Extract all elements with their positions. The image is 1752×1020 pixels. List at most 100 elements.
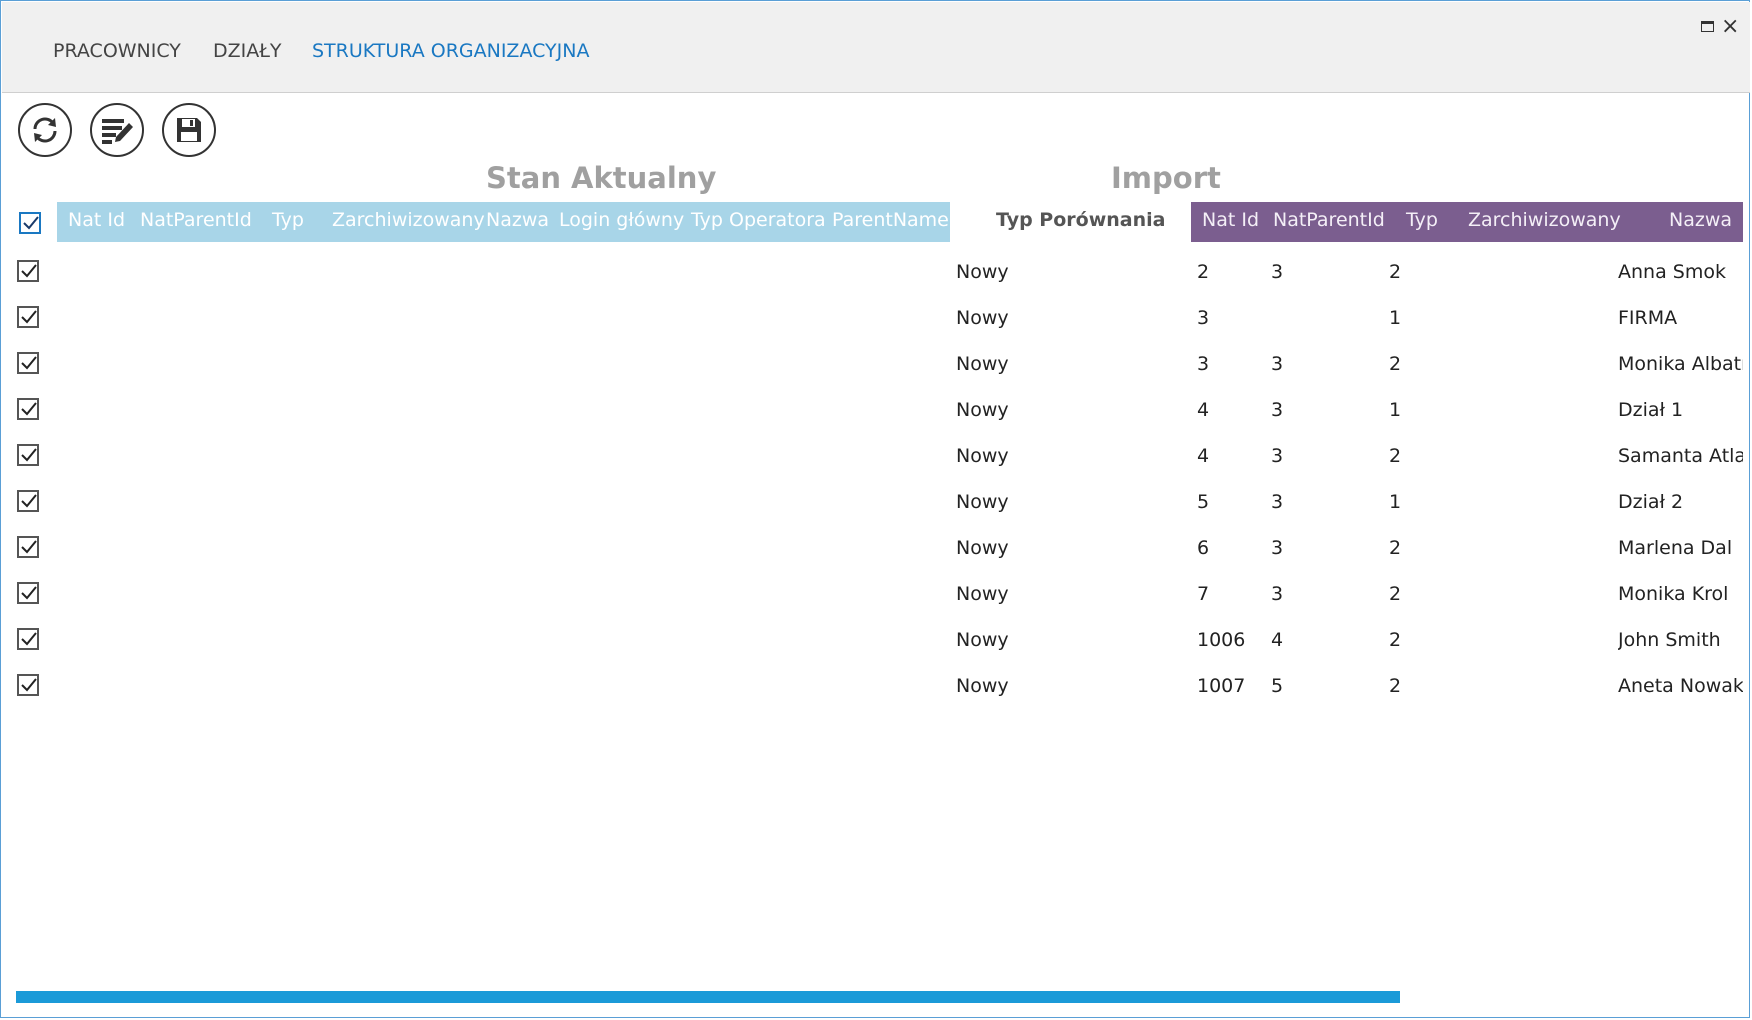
cell-nat-id: 1006 bbox=[1197, 629, 1246, 651]
checkmark-icon bbox=[21, 494, 37, 508]
cell-nazwa: Marlena Dal bbox=[1618, 537, 1743, 567]
checkmark-icon bbox=[21, 632, 37, 646]
cell-nazwa: Aneta Nowak bbox=[1618, 675, 1743, 705]
horizontal-scrollbar[interactable] bbox=[16, 991, 1400, 1003]
column-header-parentname[interactable]: ParentName bbox=[832, 209, 949, 231]
cell-natparentid: 3 bbox=[1271, 353, 1284, 375]
cell-natparentid: 3 bbox=[1271, 583, 1284, 605]
cell-compare: Nowy bbox=[956, 353, 1009, 375]
cell-compare: Nowy bbox=[956, 491, 1009, 513]
cell-nazwa-text: Dział 1 bbox=[1618, 399, 1684, 421]
cell-compare: Nowy bbox=[956, 399, 1009, 421]
column-header-login-glowny[interactable]: Login główny bbox=[559, 209, 684, 231]
column-header-typ-operatora[interactable]: Typ Operatora bbox=[691, 209, 826, 231]
cell-natparentid: 3 bbox=[1271, 399, 1284, 421]
save-icon bbox=[177, 118, 201, 142]
cell-nazwa-text: Marlena Dal bbox=[1618, 537, 1733, 559]
row-checkbox[interactable] bbox=[17, 628, 39, 650]
tab-struktura-organizacyjna[interactable]: STRUKTURA ORGANIZACYJNA bbox=[312, 40, 589, 62]
row-checkbox[interactable] bbox=[17, 674, 39, 696]
checkmark-icon bbox=[21, 678, 37, 692]
cell-compare: Nowy bbox=[956, 583, 1009, 605]
column-header-typ-porownania[interactable]: Typ Porównania bbox=[996, 209, 1165, 231]
column-header-nat-id[interactable]: Nat Id bbox=[68, 209, 125, 231]
section-title-import: Import bbox=[1111, 161, 1221, 195]
tab-dzialy[interactable]: DZIAŁY bbox=[213, 40, 282, 62]
cell-nazwa: Samanta Atlas bbox=[1618, 445, 1743, 475]
cell-nat-id: 3 bbox=[1197, 353, 1210, 375]
refresh-icon bbox=[33, 117, 57, 143]
column-header-nazwa[interactable]: Nazwa bbox=[486, 209, 549, 231]
cell-nazwa-text: FIRMA bbox=[1618, 307, 1678, 329]
cell-typ: 2 bbox=[1389, 629, 1402, 651]
row-checkbox[interactable] bbox=[17, 398, 39, 420]
import-column-header-typ[interactable]: Typ bbox=[1406, 209, 1438, 231]
cell-typ: 2 bbox=[1389, 353, 1402, 375]
cell-typ: 1 bbox=[1389, 491, 1402, 513]
import-column-header-nat-id[interactable]: Nat Id bbox=[1202, 209, 1259, 231]
tab-pracownicy[interactable]: PRACOWNICY bbox=[53, 40, 181, 62]
cell-compare: Nowy bbox=[956, 629, 1009, 651]
checkmark-icon bbox=[21, 448, 37, 462]
cell-typ: 2 bbox=[1389, 261, 1402, 283]
cell-nazwa: Dział 1 bbox=[1618, 399, 1743, 429]
column-header-typ[interactable]: Typ bbox=[272, 209, 304, 231]
cell-nazwa-text: Samanta Atlas bbox=[1618, 445, 1743, 467]
checkmark-icon bbox=[21, 586, 37, 600]
refresh-button[interactable] bbox=[18, 103, 72, 157]
cell-typ: 2 bbox=[1389, 675, 1402, 697]
select-all-checkbox[interactable] bbox=[19, 212, 41, 234]
cell-typ: 2 bbox=[1389, 583, 1402, 605]
checkmark-icon bbox=[21, 310, 37, 324]
row-checkbox[interactable] bbox=[17, 582, 39, 604]
row-checkbox[interactable] bbox=[17, 536, 39, 558]
cell-compare: Nowy bbox=[956, 261, 1009, 283]
cell-nazwa: John Smith bbox=[1618, 629, 1743, 659]
window-frame: PRACOWNICY DZIAŁY STRUKTURA ORGANIZACYJN… bbox=[0, 0, 1750, 1018]
cell-natparentid: 3 bbox=[1271, 537, 1284, 559]
cell-typ: 2 bbox=[1389, 537, 1402, 559]
cell-natparentid: 3 bbox=[1271, 261, 1284, 283]
cell-natparentid: 3 bbox=[1271, 491, 1284, 513]
cell-natparentid: 5 bbox=[1271, 675, 1284, 697]
cell-nat-id: 3 bbox=[1197, 307, 1210, 329]
cell-nazwa: Dział 2 bbox=[1618, 491, 1743, 521]
row-checkbox[interactable] bbox=[17, 444, 39, 466]
column-header-zarchiwizowany[interactable]: Zarchiwizowany bbox=[332, 209, 485, 231]
save-button[interactable] bbox=[162, 103, 216, 157]
cell-typ: 2 bbox=[1389, 445, 1402, 467]
maximize-icon[interactable] bbox=[1701, 21, 1714, 32]
edit-list-button[interactable] bbox=[90, 103, 144, 157]
row-checkbox[interactable] bbox=[17, 352, 39, 374]
cell-nat-id: 1007 bbox=[1197, 675, 1246, 697]
tab-bar: PRACOWNICY DZIAŁY STRUKTURA ORGANIZACYJN… bbox=[2, 2, 1750, 93]
import-column-header-zarchiwizowany[interactable]: Zarchiwizowany bbox=[1468, 209, 1621, 231]
cell-nazwa: Monika Albatr bbox=[1618, 353, 1743, 383]
row-checkbox[interactable] bbox=[17, 306, 39, 328]
cell-natparentid: 4 bbox=[1271, 629, 1284, 651]
checkmark-icon bbox=[21, 402, 37, 416]
checkmark-icon bbox=[23, 216, 39, 230]
cell-nat-id: 7 bbox=[1197, 583, 1210, 605]
cell-compare: Nowy bbox=[956, 675, 1009, 697]
cell-nazwa-text: Dział 2 bbox=[1618, 491, 1684, 513]
cell-nat-id: 5 bbox=[1197, 491, 1210, 513]
cell-nat-id: 6 bbox=[1197, 537, 1210, 559]
close-icon[interactable]: × bbox=[1721, 14, 1739, 39]
checkmark-icon bbox=[21, 540, 37, 554]
import-column-header-natparentid[interactable]: NatParentId bbox=[1273, 209, 1385, 231]
cell-nazwa-text: Monika Albatr bbox=[1618, 353, 1743, 375]
column-header-natparentid[interactable]: NatParentId bbox=[140, 209, 252, 231]
import-column-header-nazwa[interactable]: Nazwa bbox=[1669, 209, 1732, 231]
cell-nat-id: 4 bbox=[1197, 445, 1210, 467]
checkmark-icon bbox=[21, 264, 37, 278]
cell-nat-id: 2 bbox=[1197, 261, 1210, 283]
cell-typ: 1 bbox=[1389, 307, 1402, 329]
cell-nazwa: FIRMA bbox=[1618, 307, 1743, 337]
cell-nazwa: Monika Krol bbox=[1618, 583, 1743, 613]
cell-nazwa-text: John Smith bbox=[1618, 629, 1721, 651]
cell-nat-id: 4 bbox=[1197, 399, 1210, 421]
row-checkbox[interactable] bbox=[17, 490, 39, 512]
row-checkbox[interactable] bbox=[17, 260, 39, 282]
checkmark-icon bbox=[21, 356, 37, 370]
